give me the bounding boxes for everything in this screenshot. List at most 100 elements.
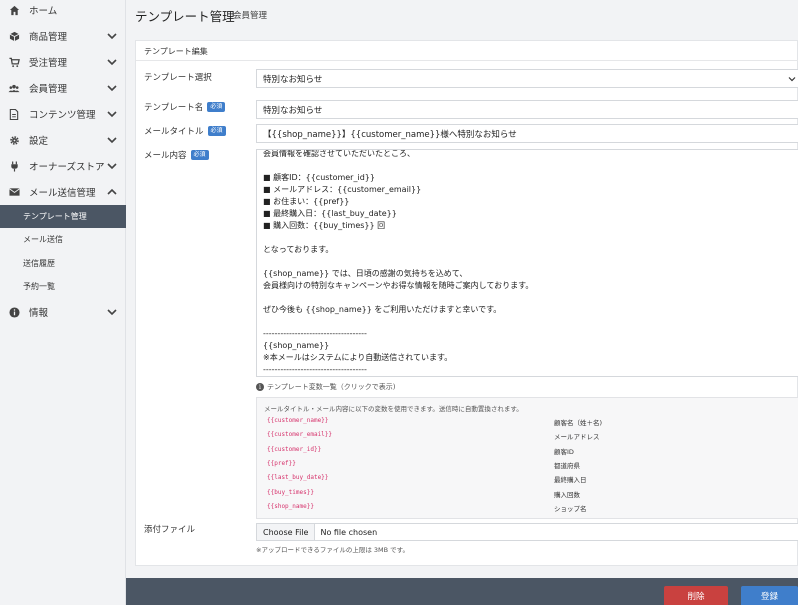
template-var-desc: ショップ名: [554, 505, 587, 513]
sidebar-subitem-send-mail[interactable]: メール送信: [0, 228, 126, 251]
mail-body-line: ■ 顧客ID：{{customer_id}}: [263, 173, 375, 182]
template-var-row: {{last_buy_date}} 最終購入日: [257, 471, 798, 485]
info-icon: i: [256, 383, 264, 391]
template-vars-toggle[interactable]: i テンプレート変数一覧（クリックで表示): [256, 382, 396, 392]
template-var-desc: 購入回数: [554, 491, 580, 499]
envelope-icon: [8, 186, 20, 198]
sidebar-item-home[interactable]: ホーム: [0, 0, 126, 23]
sidebar-item-settings[interactable]: 設定: [0, 127, 126, 153]
template-select-value: 特別なお知らせ: [263, 74, 323, 85]
sidebar-item-label: 設定: [29, 136, 49, 147]
template-var-name: {{customer_id}}: [267, 446, 322, 453]
main-content: テンプレート管理 会員管理 テンプレート編集 テンプレート選択 特別なお知らせ …: [126, 0, 798, 605]
chevron-down-icon: [788, 77, 796, 82]
choose-file-button[interactable]: Choose File: [257, 524, 316, 540]
info-icon: [8, 306, 20, 318]
card-header: テンプレート編集: [136, 41, 798, 61]
template-vars-panel: メールタイトル・メール内容に以下の変数を使用できます。送信時に自動置換されます。…: [256, 397, 798, 519]
template-select-label-text: テンプレート選択: [144, 73, 212, 83]
template-var-row: {{customer_name}} 顧客名（姓＋名): [257, 414, 798, 428]
mail-body-line: ■ お住まい：{{pref}}: [263, 197, 350, 206]
required-badge: 必須: [207, 102, 226, 112]
sidebar-item-members[interactable]: 会員管理: [0, 75, 126, 101]
sidebar-subitem-template-management[interactable]: テンプレート管理: [0, 205, 126, 228]
sidebar-item-label: メール送信管理: [29, 188, 96, 199]
mail-body-label-text: メール内容: [144, 151, 187, 161]
chevron-down-icon: [107, 85, 117, 92]
mail-title-label-text: メールタイトル: [144, 127, 204, 137]
template-var-desc: 顧客名（姓＋名): [554, 419, 603, 427]
template-var-name: {{last_buy_date}}: [267, 474, 329, 481]
template-var-name: {{customer_email}}: [267, 431, 333, 438]
template-edit-card: テンプレート編集 テンプレート選択 特別なお知らせ テンプレート名 必須 特別な…: [135, 40, 798, 566]
page-title: テンプレート管理: [135, 9, 235, 24]
required-badge: 必須: [190, 150, 209, 160]
template-var-name: {{pref}}: [267, 460, 296, 467]
users-icon: [8, 82, 20, 94]
mail-body-line: ------------------------------------: [263, 365, 367, 374]
template-var-row: {{buy_times}} 購入回数: [257, 486, 798, 500]
sidebar-item-label: 受注管理: [29, 58, 68, 69]
template-var-name: {{shop_name}}: [267, 503, 314, 510]
sidebar-subitem-send-history[interactable]: 送信履歴: [0, 252, 126, 275]
sidebar-subitem-label: テンプレート管理: [23, 212, 87, 221]
template-var-name: {{buy_times}}: [267, 489, 314, 496]
chevron-down-icon: [107, 111, 117, 118]
mail-title-label: メールタイトル 必須: [144, 125, 226, 137]
sidebar: ホーム 商品管理 受注管理 会員管理 コンテンツ管理 設定 オーナーズストア メ…: [0, 0, 126, 605]
file-icon: [8, 108, 20, 120]
template-var-desc: 顧客ID: [554, 448, 574, 456]
sidebar-item-products[interactable]: 商品管理: [0, 23, 126, 49]
template-select-label: テンプレート選択: [144, 71, 212, 83]
sidebar-item-orders[interactable]: 受注管理: [0, 49, 126, 75]
sidebar-item-label: ホーム: [29, 6, 58, 17]
mail-body-textarea[interactable]: 会員情報を確認させていただいたところ、 ■ 顧客ID：{{customer_id…: [256, 149, 798, 377]
mail-body-line: となっております。: [263, 245, 334, 254]
mail-title-input[interactable]: 【{{shop_name}}】{{customer_name}}様へ特別なお知ら…: [256, 124, 798, 143]
template-vars-description: メールタイトル・メール内容に以下の変数を使用できます。送信時に自動置換されます。: [264, 405, 523, 413]
attachment-label: 添付ファイル: [144, 523, 195, 535]
template-var-desc: 最終購入日: [554, 476, 587, 484]
template-vars-toggle-label: テンプレート変数一覧（クリックで表示): [267, 383, 396, 391]
attachment-file-input[interactable]: Choose File No file chosen: [256, 523, 798, 541]
box-icon: [8, 30, 20, 42]
mail-body-line: ■ 購入回数：{{buy_times}} 回: [263, 221, 386, 230]
mail-body-line: 会員情報を確認させていただいたところ、: [263, 149, 415, 158]
file-status: No file chosen: [320, 527, 378, 537]
page-header: テンプレート管理 会員管理: [126, 0, 798, 30]
template-name-label: テンプレート名 必須: [144, 101, 226, 113]
mail-body-line: ■ 最終購入日：{{last_buy_date}}: [263, 209, 397, 218]
sidebar-item-label: コンテンツ管理: [29, 110, 96, 121]
chevron-down-icon: [107, 137, 117, 144]
template-var-row: {{customer_email}} メールアドレス: [257, 428, 798, 442]
card-title: テンプレート編集: [144, 47, 208, 56]
sidebar-item-contents[interactable]: コンテンツ管理: [0, 101, 126, 127]
chevron-down-icon: [107, 309, 117, 316]
template-var-desc: メールアドレス: [554, 433, 600, 441]
chevron-up-icon: [107, 188, 117, 195]
sidebar-subitem-label: 予約一覧: [23, 282, 55, 291]
mail-body-line: ※本メールはシステムにより自動送信されています。: [263, 353, 453, 362]
sidebar-item-mail-management[interactable]: メール送信管理: [0, 179, 126, 205]
template-select[interactable]: 特別なお知らせ: [256, 69, 798, 88]
plug-icon: [8, 160, 20, 172]
sidebar-item-owners-store[interactable]: オーナーズストア: [0, 153, 126, 179]
template-var-row: {{shop_name}} ショップ名: [257, 500, 798, 514]
attachment-label-text: 添付ファイル: [144, 525, 196, 535]
sidebar-item-info[interactable]: 情報: [0, 299, 126, 325]
required-badge: 必須: [207, 126, 226, 136]
delete-button[interactable]: 削除: [664, 586, 728, 605]
register-button[interactable]: 登録: [741, 586, 798, 605]
cart-icon: [8, 56, 20, 68]
template-var-row: {{customer_id}} 顧客ID: [257, 443, 798, 457]
template-name-value: 特別なお知らせ: [263, 105, 323, 116]
sidebar-subitem-reservations[interactable]: 予約一覧: [0, 275, 126, 298]
mail-body-line: ぜひ今後も {{shop_name}} をご利用いただけますと幸いです。: [263, 305, 502, 314]
footer-bar: 削除 登録: [126, 578, 798, 605]
page-subtitle: 会員管理: [233, 11, 268, 21]
sidebar-item-label: 会員管理: [29, 84, 68, 95]
template-name-input[interactable]: 特別なお知らせ: [256, 100, 798, 119]
mail-body-line: {{shop_name}} では、日頃の感謝の気持ちを込めて、: [263, 269, 468, 278]
chevron-down-icon: [107, 33, 117, 40]
mail-body-line: {{shop_name}}: [263, 341, 330, 350]
